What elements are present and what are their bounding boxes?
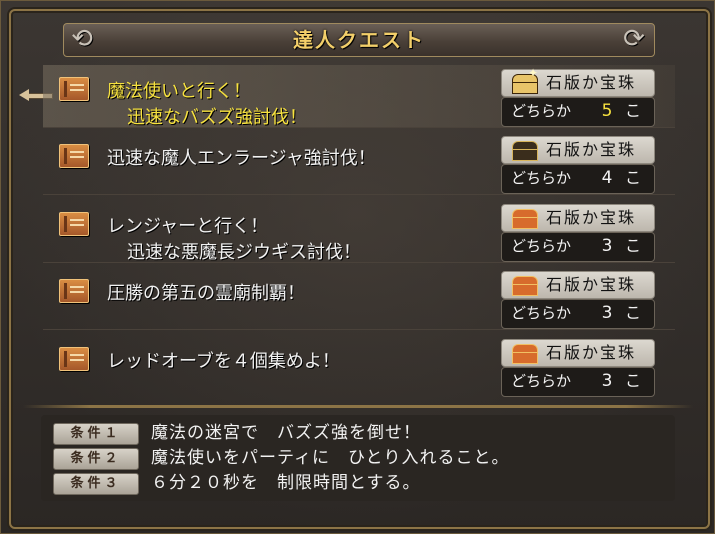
condition-text: ６分２０秒を 制限時間とする。 bbox=[151, 473, 421, 493]
reward-panel: 石版か宝珠 どちらか 4 こ bbox=[501, 136, 655, 194]
red-chest-icon bbox=[508, 342, 540, 364]
reward-either-label: どちらか bbox=[511, 169, 572, 187]
reward-panel: 石版か宝珠 どちらか 3 こ bbox=[501, 339, 655, 397]
title-bar: 達人クエスト bbox=[63, 23, 655, 57]
quest-title: 迅速な魔人エンラージャ強討伐！ bbox=[107, 148, 376, 169]
reward-count: 3 bbox=[601, 303, 613, 323]
reward-panel: ✦ 石版か宝珠 どちらか 5 こ bbox=[501, 66, 655, 127]
reward-either-label: どちらか bbox=[511, 237, 572, 255]
reward-header: 石版か宝珠 bbox=[501, 271, 655, 299]
reward-label: 石版か宝珠 bbox=[546, 208, 637, 227]
quest-item[interactable]: 迅速な魔人エンラージャ強討伐！ 石版か宝珠 どちらか 4 こ bbox=[43, 132, 675, 195]
reward-header: 石版か宝珠 bbox=[501, 136, 655, 164]
reward-header: 石版か宝珠 bbox=[501, 339, 655, 367]
quest-title: 魔法使いと行く！ bbox=[107, 81, 251, 102]
reward-header: ✦ 石版か宝珠 bbox=[501, 66, 655, 97]
black-chest-icon bbox=[508, 139, 540, 161]
quest-item[interactable]: レッドオーブを４個集めよ！ 石版か宝珠 どちらか 3 こ bbox=[43, 335, 675, 397]
quest-title: レッドオーブを４個集めよ！ bbox=[107, 351, 340, 372]
reward-unit: こ bbox=[625, 303, 642, 322]
reward-either-label: どちらか bbox=[511, 372, 572, 390]
scroll-icon bbox=[59, 347, 89, 371]
swirl-ornament-icon: ⟳ bbox=[623, 24, 645, 54]
condition-badge: 条件１ bbox=[53, 423, 139, 445]
reward-either-label: どちらか bbox=[511, 304, 572, 322]
scroll-icon bbox=[59, 144, 89, 168]
reward-unit: こ bbox=[625, 236, 642, 255]
conditions-panel: 条件１ 魔法の迷宮で バズズ強を倒せ！ 条件２ 魔法使いをパーティに ひとり入れ… bbox=[41, 415, 675, 501]
swirl-ornament-icon: ⟲ bbox=[71, 24, 93, 54]
reward-count: 4 bbox=[601, 168, 613, 188]
reward-panel: 石版か宝珠 どちらか 3 こ bbox=[501, 204, 655, 262]
reward-header: 石版か宝珠 bbox=[501, 204, 655, 232]
quest-window: 達人クエスト ⟲ ⟳ 魔法使いと行く！ 迅速なバズズ強討伐！ ✦ 石版か宝珠 ど… bbox=[0, 0, 715, 534]
condition-text: 魔法の迷宮で バズズ強を倒せ！ bbox=[151, 423, 421, 443]
scroll-icon bbox=[59, 77, 89, 101]
window-title: 達人クエスト bbox=[293, 28, 425, 52]
reward-count: 5 bbox=[601, 101, 613, 121]
reward-count: 3 bbox=[601, 236, 613, 256]
quest-subtitle: 迅速なバズズ強討伐！ bbox=[127, 107, 307, 128]
quest-title: 圧勝の第五の霊廟制覇！ bbox=[107, 283, 305, 304]
reward-unit: こ bbox=[625, 371, 642, 390]
reward-unit: こ bbox=[625, 168, 642, 187]
reward-panel: 石版か宝珠 どちらか 3 こ bbox=[501, 271, 655, 329]
quest-subtitle: 迅速な悪魔長ジウギス討伐！ bbox=[127, 242, 361, 263]
red-chest-icon bbox=[508, 274, 540, 296]
condition-badge: 条件２ bbox=[53, 448, 139, 470]
quest-item[interactable]: 圧勝の第五の霊廟制覇！ 石版か宝珠 どちらか 3 こ bbox=[43, 267, 675, 330]
scroll-icon bbox=[59, 279, 89, 303]
red-chest-icon bbox=[508, 207, 540, 229]
reward-count: 3 bbox=[601, 371, 613, 391]
scroll-icon bbox=[59, 212, 89, 236]
reward-label: 石版か宝珠 bbox=[546, 73, 637, 92]
quest-title: レンジャーと行く！ bbox=[107, 216, 269, 237]
section-divider bbox=[23, 405, 693, 408]
reward-label: 石版か宝珠 bbox=[546, 140, 637, 159]
quest-item[interactable]: レンジャーと行く！ 迅速な悪魔長ジウギス討伐！ 石版か宝珠 どちらか 3 こ bbox=[43, 200, 675, 263]
reward-label: 石版か宝珠 bbox=[546, 275, 637, 294]
condition-text: 魔法使いをパーティに ひとり入れること。 bbox=[151, 448, 510, 468]
quest-item[interactable]: 魔法使いと行く！ 迅速なバズズ強討伐！ ✦ 石版か宝珠 どちらか 5 こ bbox=[43, 65, 675, 128]
condition-badge: 条件３ bbox=[53, 473, 139, 495]
sparkle-icon: ✦ bbox=[528, 66, 539, 80]
reward-unit: こ bbox=[625, 101, 642, 120]
reward-either-label: どちらか bbox=[511, 102, 572, 120]
reward-label: 石版か宝珠 bbox=[546, 343, 637, 362]
